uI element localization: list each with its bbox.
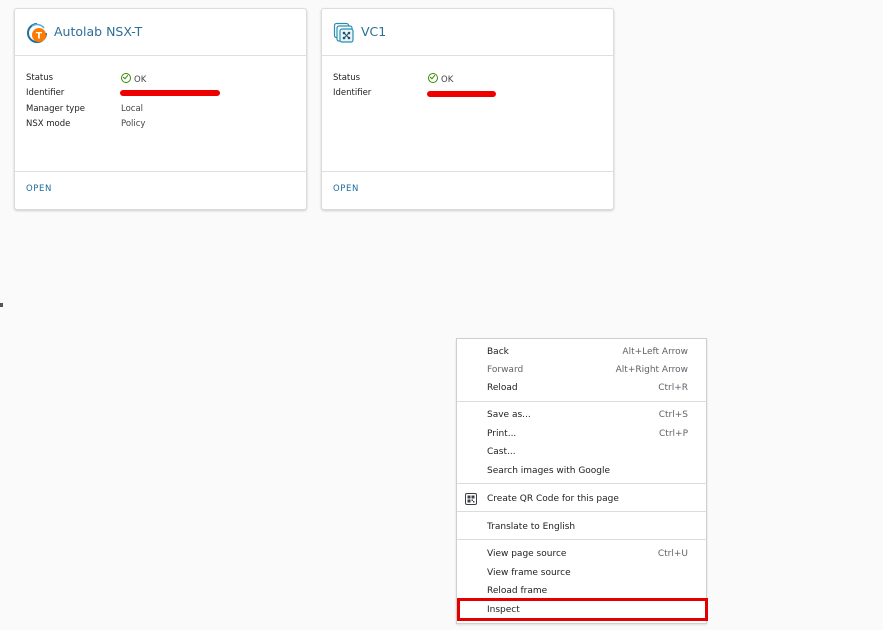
open-button[interactable]: OPEN	[26, 184, 52, 194]
menu-separator	[457, 511, 706, 512]
context-menu: Back Alt+Left Arrow Forward Alt+Right Ar…	[456, 338, 707, 624]
manager-type-label: Manager type	[26, 104, 85, 114]
menu-item-create-qr[interactable]: Create QR Code for this page	[457, 490, 706, 508]
redaction-mark	[120, 90, 220, 96]
menu-item-view-page-source[interactable]: View page source Ctrl+U	[457, 545, 706, 563]
card-title: Autolab NSX-T	[54, 24, 143, 39]
menu-item-shortcut: Ctrl+R	[658, 383, 688, 393]
menu-item-label: Forward	[487, 365, 524, 375]
menu-item-cast[interactable]: Cast...	[457, 443, 706, 461]
identifier-label: Identifier	[26, 88, 65, 98]
nsx-t-icon: T	[27, 23, 47, 43]
vcenter-icon	[333, 22, 354, 43]
card-body: Status OK Identifier	[322, 56, 613, 172]
ok-check-icon	[428, 73, 438, 83]
inspect-highlight-box	[457, 598, 708, 621]
qr-code-icon	[465, 493, 477, 505]
menu-item-shortcut: Ctrl+U	[657, 549, 688, 559]
menu-item-view-frame-source[interactable]: View frame source	[457, 564, 706, 582]
menu-item-shortcut: Ctrl+S	[658, 410, 688, 420]
menu-item-label: View page source	[487, 549, 567, 559]
menu-item-reload[interactable]: Reload Ctrl+R	[457, 379, 706, 397]
menu-item-save-as[interactable]: Save as... Ctrl+S	[457, 406, 706, 424]
menu-item-label: Back	[487, 347, 509, 357]
menu-item-label: Search images with Google	[487, 466, 611, 476]
nsx-mode-value: Policy	[121, 119, 146, 129]
card-header: T Autolab NSX-T	[15, 9, 306, 56]
menu-item-label: Translate to English	[487, 522, 576, 532]
menu-item-label: Create QR Code for this page	[487, 494, 619, 504]
menu-item-label: Print...	[487, 429, 517, 439]
menu-item-back[interactable]: Back Alt+Left Arrow	[457, 343, 706, 361]
menu-separator	[457, 539, 706, 540]
status-text: OK	[441, 75, 454, 85]
status-text: OK	[134, 75, 147, 85]
menu-separator	[457, 483, 706, 484]
menu-item-shortcut: Ctrl+P	[659, 429, 688, 439]
nsx-manager-card: T Autolab NSX-T Status OK Identifier Man…	[14, 8, 307, 210]
menu-item-print[interactable]: Print... Ctrl+P	[457, 425, 706, 443]
menu-item-label: Cast...	[487, 447, 516, 457]
menu-item-forward[interactable]: Forward Alt+Right Arrow	[457, 361, 706, 379]
card-body: Status OK Identifier Manager type Local …	[15, 56, 306, 172]
edge-marker	[0, 303, 3, 307]
open-button[interactable]: OPEN	[333, 184, 359, 194]
nsx-mode-label: NSX mode	[26, 119, 71, 129]
status-value: OK	[428, 72, 453, 86]
menu-item-search-images[interactable]: Search images with Google	[457, 462, 706, 480]
manager-type-value: Local	[121, 104, 144, 114]
ok-check-icon	[121, 73, 131, 83]
status-value: OK	[121, 72, 146, 86]
identifier-label: Identifier	[333, 88, 372, 98]
svg-text:T: T	[36, 32, 43, 42]
menu-item-label: View frame source	[487, 568, 571, 578]
status-label: Status	[26, 73, 54, 83]
menu-item-label: Save as...	[487, 410, 531, 420]
menu-item-label: Reload	[487, 383, 518, 393]
menu-item-shortcut: Alt+Right Arrow	[615, 365, 688, 375]
menu-item-shortcut: Alt+Left Arrow	[622, 347, 688, 357]
redaction-mark	[427, 91, 496, 97]
card-title: VC1	[361, 24, 387, 39]
menu-separator	[457, 401, 706, 402]
menu-item-translate[interactable]: Translate to English	[457, 518, 706, 536]
card-header: VC1	[322, 9, 613, 56]
vcenter-card: VC1 Status OK Identifier OPEN	[321, 8, 614, 210]
status-label: Status	[333, 73, 361, 83]
